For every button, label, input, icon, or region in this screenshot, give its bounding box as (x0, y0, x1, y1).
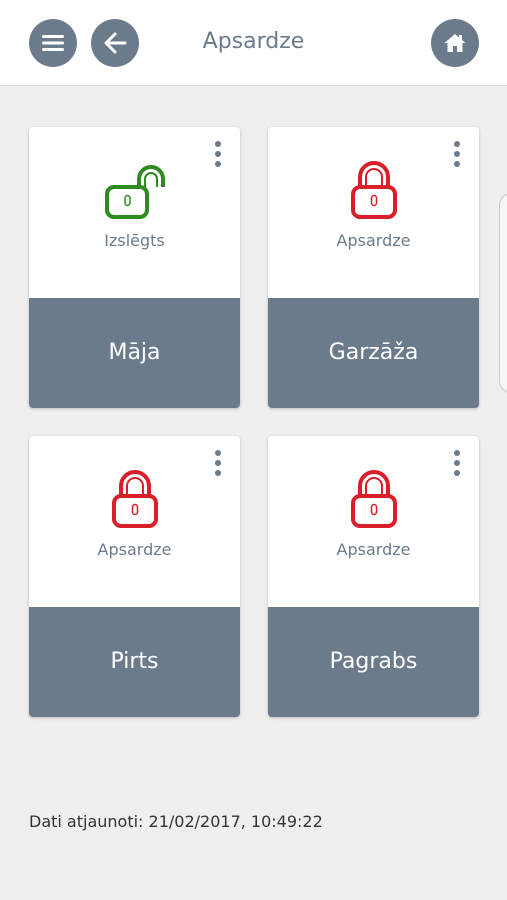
more-options-icon[interactable] (206, 139, 230, 169)
home-button[interactable] (431, 19, 479, 67)
zone-card-status-area: Apsardze (268, 436, 479, 607)
zone-card-status-area: Apsardze (29, 436, 240, 607)
home-icon (444, 34, 466, 52)
side-drawer-handle[interactable] (499, 193, 507, 393)
zone-status: Apsardze (97, 540, 172, 559)
lock-closed-icon (111, 470, 158, 528)
zone-status: Izslēgts (104, 231, 165, 250)
zone-name: Māja (29, 298, 240, 408)
zone-name: Pirts (29, 607, 240, 717)
lock-closed-icon (350, 470, 397, 528)
app-header: Apsardze (0, 0, 507, 86)
zone-card[interactable]: Apsardze Pagrabs (268, 436, 479, 717)
more-options-icon[interactable] (445, 448, 469, 478)
zone-status: Apsardze (336, 231, 411, 250)
lock-closed-icon (350, 161, 397, 219)
last-updated-text: Dati atjaunoti: 21/02/2017, 10:49:22 (29, 812, 323, 831)
zone-card[interactable]: Apsardze Garzāža (268, 127, 479, 408)
zone-name: Pagrabs (268, 607, 479, 717)
zone-card[interactable]: Izslēgts Māja (29, 127, 240, 408)
arrow-left-icon (104, 32, 127, 54)
menu-icon (42, 35, 64, 51)
more-options-icon[interactable] (445, 139, 469, 169)
zone-name: Garzāža (268, 298, 479, 408)
back-button[interactable] (91, 19, 139, 67)
zone-card[interactable]: Apsardze Pirts (29, 436, 240, 717)
zone-card-status-area: Apsardze (268, 127, 479, 298)
zone-status: Apsardze (336, 540, 411, 559)
lock-open-icon (104, 165, 165, 219)
menu-button[interactable] (29, 19, 77, 67)
more-options-icon[interactable] (206, 448, 230, 478)
zone-card-status-area: Izslēgts (29, 127, 240, 298)
